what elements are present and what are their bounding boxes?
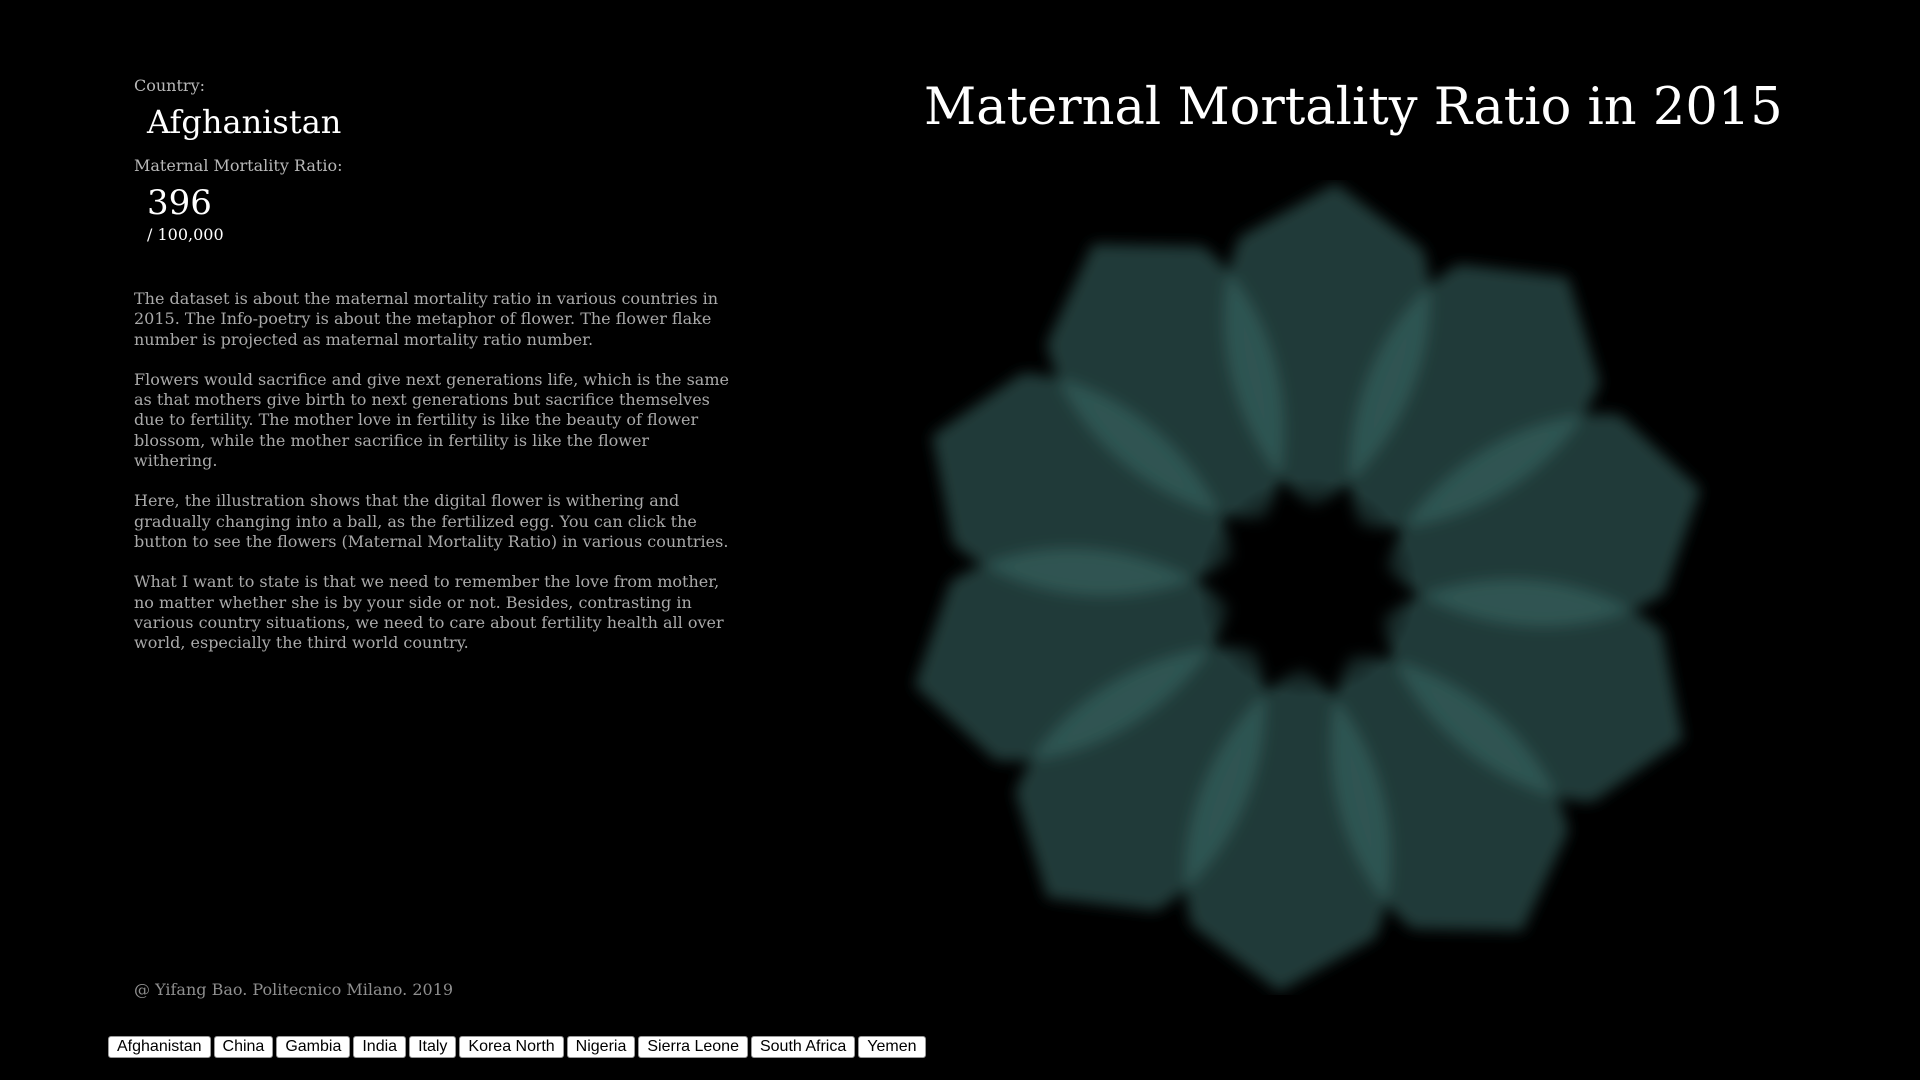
country-button-yemen[interactable]: Yemen (858, 1036, 926, 1058)
country-buttons: Afghanistan China Gambia India Italy Kor… (108, 1036, 926, 1058)
country-button-korea-north[interactable]: Korea North (459, 1036, 564, 1058)
credit: @ Yifang Bao. Politecnico Milano. 2019 (134, 980, 454, 999)
mmr-label: Maternal Mortality Ratio: (134, 156, 343, 175)
description-paragraph-3: Here, the illustration shows that the di… (134, 491, 729, 551)
country-button-sierra-leone[interactable]: Sierra Leone (638, 1036, 748, 1058)
country-button-china[interactable]: China (213, 1036, 274, 1058)
country-button-india[interactable]: India (353, 1036, 407, 1058)
country-button-gambia[interactable]: Gambia (276, 1036, 351, 1058)
description-paragraph-4: What I want to state is that we need to … (134, 572, 724, 653)
country-name: Afghanistan (147, 103, 342, 141)
mmr-value: 396 (147, 183, 212, 223)
mmr-unit: / 100,000 (147, 225, 224, 244)
country-button-italy[interactable]: Italy (409, 1036, 457, 1058)
description-paragraph-1: The dataset is about the maternal mortal… (134, 289, 719, 349)
flower-visualization (914, 183, 1701, 992)
country-info-panel: Country: Afghanistan Maternal Mortality … (134, 76, 754, 673)
flower-center (1197, 477, 1418, 698)
country-button-south-africa[interactable]: South Africa (750, 1036, 856, 1058)
page-title: Maternal Mortality Ratio in 2015 (924, 78, 1783, 137)
description: The dataset is about the maternal mortal… (134, 289, 734, 653)
country-button-nigeria[interactable]: Nigeria (566, 1036, 636, 1058)
country-label: Country: (134, 76, 205, 95)
description-paragraph-2: Flowers would sacrifice and give next ge… (134, 369, 729, 471)
country-button-afghanistan[interactable]: Afghanistan (108, 1036, 211, 1058)
